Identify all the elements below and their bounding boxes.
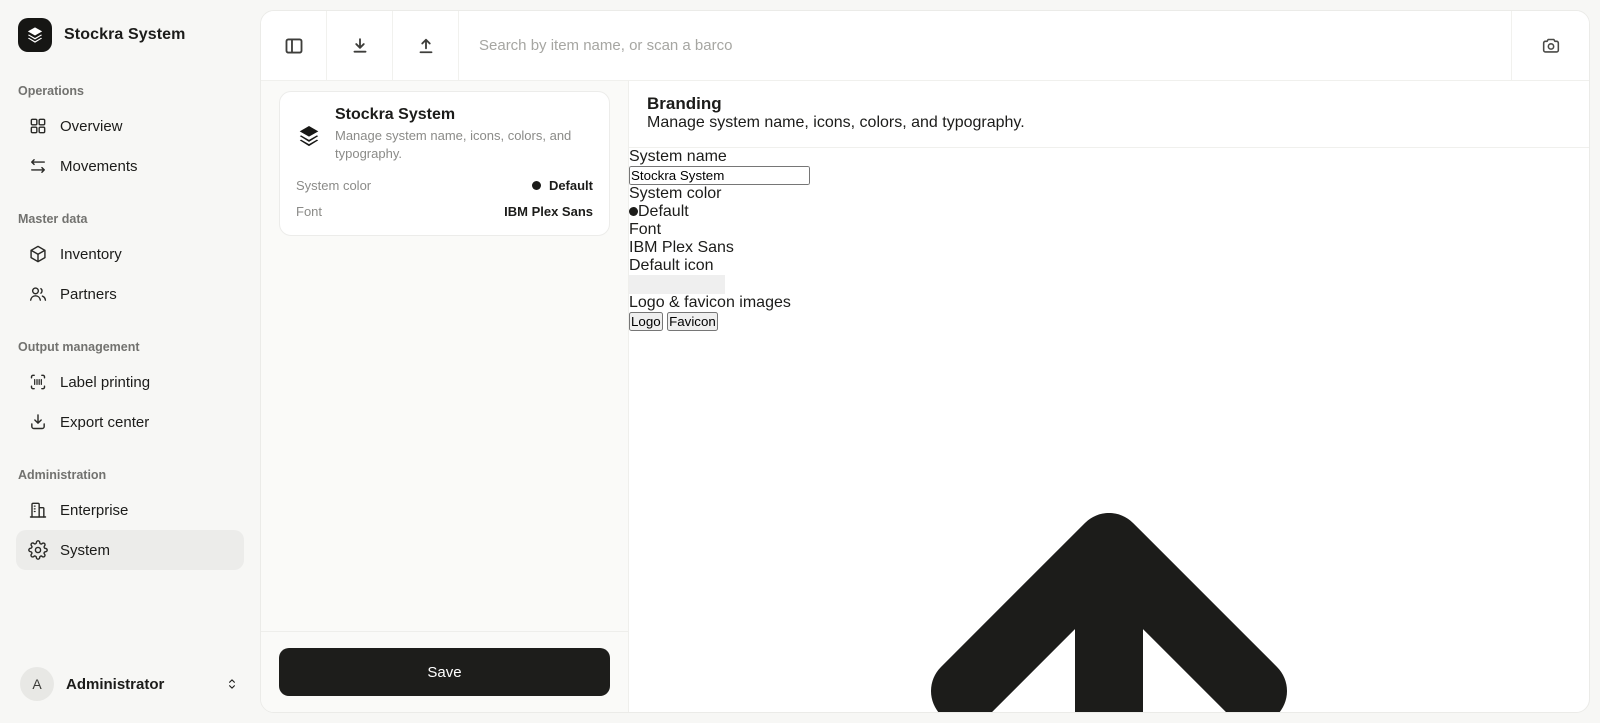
download-icon <box>349 35 371 57</box>
panel-footer: Save <box>261 631 628 712</box>
layers-icon <box>296 109 322 162</box>
sidebar-item-label: Export center <box>60 413 150 431</box>
summary-row-label: System color <box>296 178 372 194</box>
summary-row-font: Font IBM Plex Sans <box>296 204 593 219</box>
brand: Stockra System <box>16 16 244 58</box>
sidebar-item-export-center[interactable]: Export center <box>16 402 244 442</box>
system-color-value: Default <box>638 203 689 220</box>
sidebar-item-label: Enterprise <box>60 501 129 519</box>
gear-icon <box>28 540 48 560</box>
people-icon <box>28 284 48 304</box>
chevron-up-down-icon <box>224 676 240 692</box>
default-icon-title: Default icon <box>629 257 714 274</box>
font-select[interactable]: IBM Plex Sans <box>629 239 1589 257</box>
sidebar-item-enterprise[interactable]: Enterprise <box>16 490 244 530</box>
summary-description: Manage system name, icons, colors, and t… <box>335 128 572 161</box>
save-button[interactable]: Save <box>279 648 610 696</box>
grid-icon <box>28 116 48 136</box>
sidebar-item-label: Partners <box>60 285 117 303</box>
sidebar-item-overview[interactable]: Overview <box>16 106 244 146</box>
settings-summary-panel: Stockra System Manage system name, icons… <box>261 81 629 712</box>
avatar: A <box>20 667 54 701</box>
tab-logo[interactable]: Logo <box>629 312 663 331</box>
font-field: Font IBM Plex Sans <box>629 221 1589 257</box>
sidebar-section-label: Operations <box>18 84 84 98</box>
system-color-field: System color Default <box>629 185 1589 221</box>
sidebar-item-system[interactable]: System <box>16 530 244 570</box>
system-name-label: System name <box>629 148 727 165</box>
sidebar-item-partners[interactable]: Partners <box>16 274 244 314</box>
search-input[interactable] <box>479 37 1491 54</box>
sidebar-section-label: Master data <box>18 212 88 226</box>
color-swatch <box>629 207 638 216</box>
sidebar-item-inventory[interactable]: Inventory <box>16 234 244 274</box>
sidebar-item-label: Overview <box>60 117 123 135</box>
system-name-field: System name <box>629 148 1589 185</box>
sidebar-section-master-data: Master data Inventory Partners <box>16 206 244 314</box>
camera-icon <box>1540 35 1562 57</box>
icon-grid <box>629 275 1589 311</box>
scan-camera-button[interactable] <box>1511 11 1589 80</box>
barcode-scan-icon <box>28 372 48 392</box>
download-tray-icon <box>28 412 48 432</box>
sidebar-item-label: Movements <box>60 157 138 175</box>
sidebar-section-administration: Administration Enterprise System <box>16 462 244 570</box>
summary-row-label: Font <box>296 204 323 220</box>
sidebar: Stockra System Operations Overview Movemen… <box>0 0 260 723</box>
search-bar <box>459 11 1511 80</box>
sidebar-item-label: Inventory <box>60 245 122 263</box>
user-menu[interactable]: A Administrator <box>16 663 244 705</box>
sidebar-section-label: Administration <box>18 468 107 482</box>
branding-summary-card[interactable]: Stockra System Manage system name, icons… <box>279 91 610 237</box>
sidebar-item-movements[interactable]: Movements <box>16 146 244 186</box>
export-button[interactable] <box>393 11 459 80</box>
logo-favicon-tabs: Logo Favicon <box>629 312 1589 331</box>
summary-row-value: IBM Plex Sans <box>504 204 593 220</box>
icon-option-receipt-icon[interactable] <box>721 275 741 310</box>
panel-left-icon <box>283 35 305 57</box>
section-selector[interactable]: Branding <box>647 94 730 114</box>
sidebar-toggle-button[interactable] <box>261 11 327 80</box>
tab-favicon[interactable]: Favicon <box>667 312 718 331</box>
system-color-label: System color <box>629 185 722 202</box>
summary-row-value: Default <box>548 178 593 194</box>
system-color-select[interactable]: Default <box>629 203 1589 221</box>
summary-row-system-color: System color Default <box>296 178 593 193</box>
page-title: Branding <box>647 94 722 113</box>
logo-favicon-card: Logo & favicon images Logo Favicon Uploa… <box>629 294 1589 712</box>
upload-logo-dropzone[interactable]: Upload logo PNG, JPG, WEBP, or SVG. Reco… <box>629 331 1589 712</box>
import-button[interactable] <box>327 11 393 80</box>
font-label: Font <box>629 221 662 238</box>
main-content: Branding Manage system name, icons, colo… <box>629 81 1589 712</box>
user-name: Administrator <box>66 675 165 693</box>
enterprise-icon <box>28 500 48 520</box>
sidebar-section-label: Output management <box>18 340 140 354</box>
sidebar-item-label: Label printing <box>60 373 151 391</box>
app-canvas: Stockra System Manage system name, icons… <box>260 10 1590 713</box>
default-icon-card: Default icon <box>629 257 1589 311</box>
upload-icon <box>415 35 437 57</box>
sidebar-section-output-management: Output management Label printing Export ce… <box>16 334 244 442</box>
color-swatch <box>531 181 541 191</box>
box-icon <box>28 244 48 264</box>
font-value: IBM Plex Sans <box>629 239 734 256</box>
topbar <box>261 11 1589 81</box>
sidebar-item-label-printing[interactable]: Label printing <box>16 362 244 402</box>
system-name-input[interactable] <box>629 166 810 185</box>
sidebar-section-operations: Operations Overview Movements <box>16 78 244 186</box>
layers-logo-icon <box>18 18 52 52</box>
logo-favicon-title: Logo & favicon images <box>629 294 791 311</box>
summary-title: Stockra System <box>335 106 456 123</box>
brand-name: Stockra System <box>64 26 186 43</box>
section-header: Branding Manage system name, icons, colo… <box>629 81 1589 148</box>
sidebar-nav: Operations Overview Movements Master data In… <box>16 58 244 570</box>
swap-arrows-icon <box>28 156 48 176</box>
sidebar-item-label: System <box>60 541 111 559</box>
page-subtitle: Manage system name, icons, colors, and t… <box>647 114 1025 131</box>
